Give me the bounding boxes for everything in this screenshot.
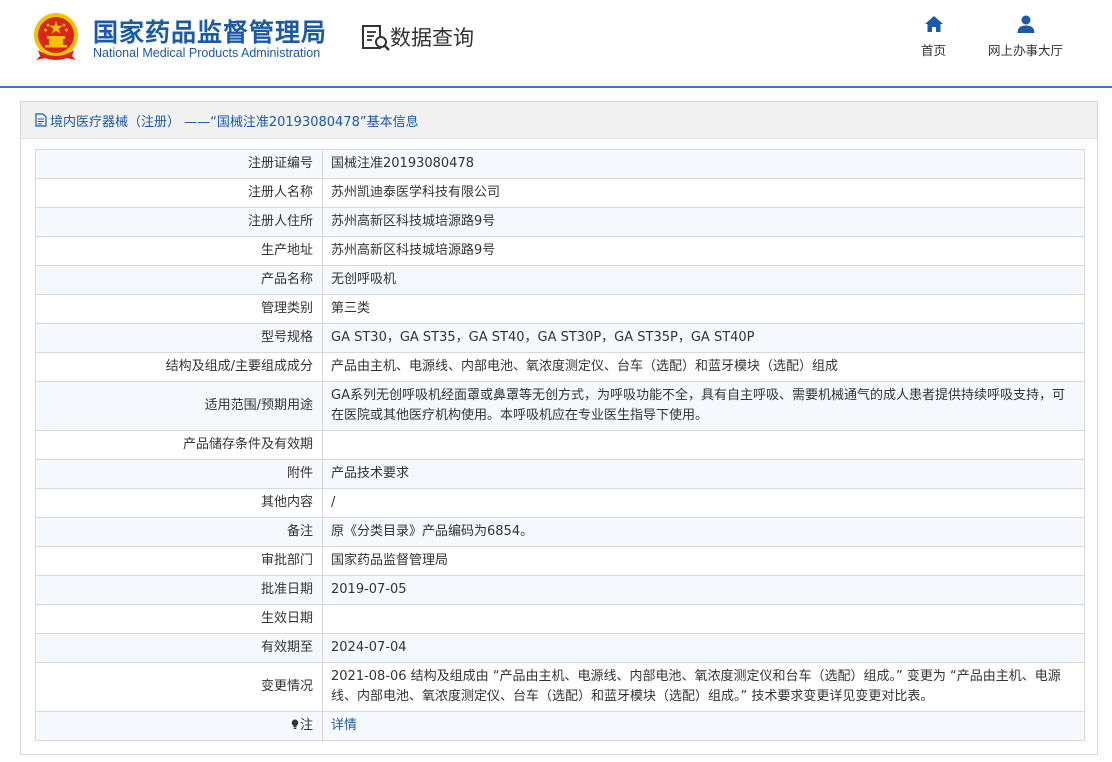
row-key: 生产地址 [35,236,323,266]
row-key: 注册证编号 [35,149,323,179]
agency-name-cn[interactable]: 国家药品监督管理局 [93,13,327,49]
row-key: 产品储存条件及有效期 [35,430,323,460]
document-icon [35,113,47,127]
row-value: 2024-07-04 [322,633,1085,663]
device-info-table: 注册证编号 国械注准20193080478 注册人名称 苏州凯迪泰医学科技有限公司 … [35,149,1085,741]
nav-home-label: 首页 [921,43,947,58]
row-value: 原《分类目录》产品编码为6854。 [322,517,1085,547]
row-key: 适用范围/预期用途 [35,381,323,431]
page-title: 数据查询 [390,26,474,50]
row-value: GA系列无创呼吸机经面罩或鼻罩等无创方式，为呼吸功能不全，具有自主呼吸、需要机械… [322,381,1085,431]
table-row: 产品储存条件及有效期 [35,430,1085,460]
row-value [322,604,1085,634]
panel-header: 境内医疗器械（注册） ——“国械注准20193080478”基本信息 [21,102,1097,139]
row-key-note: 注 [35,711,323,741]
note-label: 注 [299,718,313,733]
details-link[interactable]: 详情 [331,718,357,733]
nav-home[interactable]: 首页 [921,14,946,59]
document-search-icon [362,25,390,51]
row-value: 2021-08-06 结构及组成由 “产品由主机、电源线、内部电池、氧浓度测定仪… [322,662,1085,712]
table-row: 注册证编号 国械注准20193080478 [35,149,1085,179]
table-row: 注 详情 [35,711,1085,741]
row-key: 审批部门 [35,546,323,576]
row-key: 注册人住所 [35,207,323,237]
row-value: 第三类 [322,294,1085,324]
table-row: 变更情况 2021-08-06 结构及组成由 “产品由主机、电源线、内部电池、氧浓… [35,662,1085,712]
row-key: 结构及组成/主要组成成分 [35,352,323,382]
row-value: 苏州高新区科技城培源路9号 [322,236,1085,266]
panel-title: 境内医疗器械（注册） ——“国械注准20193080478”基本信息 [50,114,419,130]
home-icon [924,16,943,32]
row-value: / [322,488,1085,518]
lightbulb-icon [291,719,299,729]
site-header: 国家药品监督管理局 National Medical Products Admi… [0,0,1112,88]
row-value: 无创呼吸机 [322,265,1085,295]
row-key: 备注 [35,517,323,547]
table-row: 注册人名称 苏州凯迪泰医学科技有限公司 [35,178,1085,208]
nav-online-service-hall-label: 网上办事大厅 [988,43,1064,58]
row-value-note: 详情 [322,711,1085,741]
row-value: 产品由主机、电源线、内部电池、氧浓度测定仪、台车（选配）和蓝牙模块（选配）组成 [322,352,1085,382]
table-row: 产品名称 无创呼吸机 [35,265,1085,295]
row-key: 附件 [35,459,323,489]
row-value: 国械注准20193080478 [322,149,1085,179]
row-key: 变更情况 [35,662,323,712]
table-row: 型号规格 GA ST30，GA ST35，GA ST40，GA ST30P，GA … [35,323,1085,353]
table-row: 生效日期 [35,604,1085,634]
device-info-panel: 境内医疗器械（注册） ——“国械注准20193080478”基本信息 注册证编号… [20,101,1098,755]
row-key: 产品名称 [35,265,323,295]
row-value: 苏州凯迪泰医学科技有限公司 [322,178,1085,208]
table-row: 注册人住所 苏州高新区科技城培源路9号 [35,207,1085,237]
row-key: 型号规格 [35,323,323,353]
row-key: 批准日期 [35,575,323,605]
table-row: 管理类别 第三类 [35,294,1085,324]
row-value: GA ST30，GA ST35，GA ST40，GA ST30P，GA ST35… [322,323,1085,353]
table-row: 有效期至 2024-07-04 [35,633,1085,663]
user-icon [1017,15,1034,33]
table-row: 附件 产品技术要求 [35,459,1085,489]
table-row: 生产地址 苏州高新区科技城培源路9号 [35,236,1085,266]
row-value: 苏州高新区科技城培源路9号 [322,207,1085,237]
table-row: 批准日期 2019-07-05 [35,575,1085,605]
row-key: 管理类别 [35,294,323,324]
row-key: 其他内容 [35,488,323,518]
table-row: 其他内容 / [35,488,1085,518]
row-key: 注册人名称 [35,178,323,208]
row-key: 有效期至 [35,633,323,663]
table-row: 适用范围/预期用途 GA系列无创呼吸机经面罩或鼻罩等无创方式，为呼吸功能不全，具有… [35,381,1085,431]
nav-online-service-hall[interactable]: 网上办事大厅 [988,14,1063,59]
row-key: 生效日期 [35,604,323,634]
agency-name-en[interactable]: National Medical Products Administration [93,46,320,60]
table-row: 备注 原《分类目录》产品编码为6854。 [35,517,1085,547]
table-row: 审批部门 国家药品监督管理局 [35,546,1085,576]
national-emblem-icon [34,13,78,60]
table-row: 结构及组成/主要组成成分 产品由主机、电源线、内部电池、氧浓度测定仪、台车（选配）… [35,352,1085,382]
row-value [322,430,1085,460]
row-value: 国家药品监督管理局 [322,546,1085,576]
row-value: 产品技术要求 [322,459,1085,489]
row-value: 2019-07-05 [322,575,1085,605]
